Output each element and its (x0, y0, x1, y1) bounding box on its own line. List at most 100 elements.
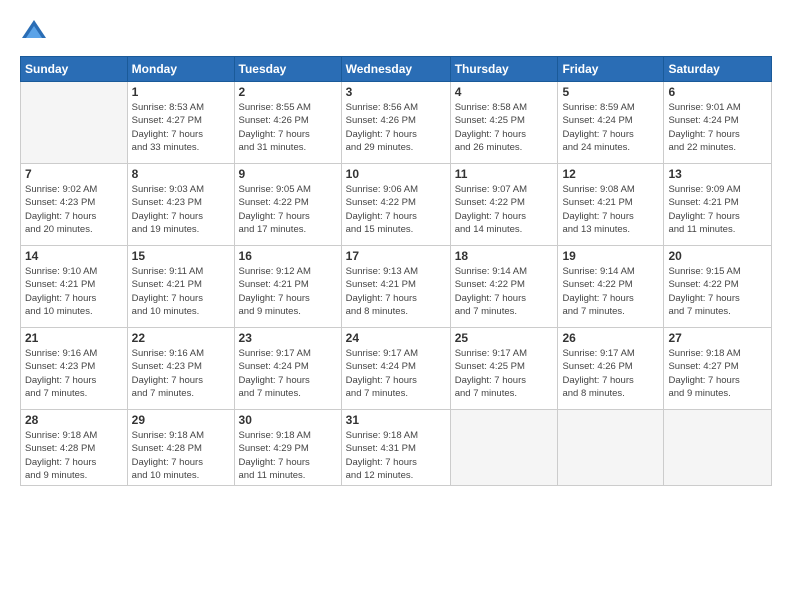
day-cell: 17Sunrise: 9:13 AM Sunset: 4:21 PM Dayli… (341, 246, 450, 328)
day-cell: 18 Sunrise: 9:14 AM Sunset: 4:22 PM Dayli… (450, 246, 558, 328)
day-number: 3 (346, 85, 446, 99)
day-cell: 31 Sunrise: 9:18 AM Sunset: 4:31 PM Dayli… (341, 410, 450, 486)
day-number: 28 (25, 413, 123, 427)
day-cell: 23 Sunrise: 9:17 AM Sunset: 4:24 PM Dayli… (234, 328, 341, 410)
day-cell: 20 Sunrise: 9:15 AM Sunset: 4:22 PM Dayli… (664, 246, 772, 328)
day-cell: 16Sunrise: 9:12 AM Sunset: 4:21 PM Dayli… (234, 246, 341, 328)
day-info: Sunrise: 9:18 AM Sunset: 4:29 PM Dayligh… (239, 429, 337, 482)
day-number: 17 (346, 249, 446, 263)
calendar: SundayMondayTuesdayWednesdayThursdayFrid… (20, 56, 772, 486)
day-cell (558, 410, 664, 486)
day-cell: 22 Sunrise: 9:16 AM Sunset: 4:23 PM Dayli… (127, 328, 234, 410)
day-info: Sunrise: 9:18 AM Sunset: 4:31 PM Dayligh… (346, 429, 446, 482)
day-number: 4 (455, 85, 554, 99)
day-cell (21, 82, 128, 164)
day-number: 20 (668, 249, 767, 263)
day-info: Sunrise: 9:06 AM Sunset: 4:22 PM Dayligh… (346, 183, 446, 236)
col-header-monday: Monday (127, 57, 234, 82)
day-number: 23 (239, 331, 337, 345)
day-info: Sunrise: 9:09 AM Sunset: 4:21 PM Dayligh… (668, 183, 767, 236)
day-number: 26 (562, 331, 659, 345)
day-number: 14 (25, 249, 123, 263)
day-info: Sunrise: 9:15 AM Sunset: 4:22 PM Dayligh… (668, 265, 767, 318)
day-info: Sunrise: 9:16 AM Sunset: 4:23 PM Dayligh… (132, 347, 230, 400)
day-cell: 6 Sunrise: 9:01 AM Sunset: 4:24 PM Daylig… (664, 82, 772, 164)
day-cell: 11 Sunrise: 9:07 AM Sunset: 4:22 PM Dayli… (450, 164, 558, 246)
day-number: 11 (455, 167, 554, 181)
header-row: SundayMondayTuesdayWednesdayThursdayFrid… (21, 57, 772, 82)
day-number: 19 (562, 249, 659, 263)
day-number: 10 (346, 167, 446, 181)
day-cell: 19 Sunrise: 9:14 AM Sunset: 4:22 PM Dayli… (558, 246, 664, 328)
day-number: 15 (132, 249, 230, 263)
day-cell: 21 Sunrise: 9:16 AM Sunset: 4:23 PM Dayli… (21, 328, 128, 410)
header (20, 18, 772, 46)
day-info: Sunrise: 9:12 AM Sunset: 4:21 PM Dayligh… (239, 265, 337, 318)
day-number: 13 (668, 167, 767, 181)
day-number: 6 (668, 85, 767, 99)
day-number: 5 (562, 85, 659, 99)
day-cell: 28 Sunrise: 9:18 AM Sunset: 4:28 PM Dayli… (21, 410, 128, 486)
day-cell: 5Sunrise: 8:59 AM Sunset: 4:24 PM Daylig… (558, 82, 664, 164)
day-number: 22 (132, 331, 230, 345)
week-row-4: 28 Sunrise: 9:18 AM Sunset: 4:28 PM Dayli… (21, 410, 772, 486)
day-info: Sunrise: 9:10 AM Sunset: 4:21 PM Dayligh… (25, 265, 123, 318)
col-header-wednesday: Wednesday (341, 57, 450, 82)
day-info: Sunrise: 9:07 AM Sunset: 4:22 PM Dayligh… (455, 183, 554, 236)
day-cell (450, 410, 558, 486)
day-cell: 26 Sunrise: 9:17 AM Sunset: 4:26 PM Dayli… (558, 328, 664, 410)
day-info: Sunrise: 9:18 AM Sunset: 4:27 PM Dayligh… (668, 347, 767, 400)
day-info: Sunrise: 9:16 AM Sunset: 4:23 PM Dayligh… (25, 347, 123, 400)
col-header-sunday: Sunday (21, 57, 128, 82)
day-info: Sunrise: 9:18 AM Sunset: 4:28 PM Dayligh… (25, 429, 123, 482)
logo (20, 18, 52, 46)
day-info: Sunrise: 8:53 AM Sunset: 4:27 PM Dayligh… (132, 101, 230, 154)
day-info: Sunrise: 9:17 AM Sunset: 4:24 PM Dayligh… (346, 347, 446, 400)
day-info: Sunrise: 9:18 AM Sunset: 4:28 PM Dayligh… (132, 429, 230, 482)
day-cell: 10 Sunrise: 9:06 AM Sunset: 4:22 PM Dayli… (341, 164, 450, 246)
day-info: Sunrise: 9:17 AM Sunset: 4:26 PM Dayligh… (562, 347, 659, 400)
day-number: 1 (132, 85, 230, 99)
day-cell: 3 Sunrise: 8:56 AM Sunset: 4:26 PM Daylig… (341, 82, 450, 164)
day-number: 21 (25, 331, 123, 345)
day-info: Sunrise: 8:55 AM Sunset: 4:26 PM Dayligh… (239, 101, 337, 154)
week-row-3: 21 Sunrise: 9:16 AM Sunset: 4:23 PM Dayli… (21, 328, 772, 410)
week-row-2: 14 Sunrise: 9:10 AM Sunset: 4:21 PM Dayli… (21, 246, 772, 328)
day-info: Sunrise: 9:11 AM Sunset: 4:21 PM Dayligh… (132, 265, 230, 318)
day-cell: 1 Sunrise: 8:53 AM Sunset: 4:27 PM Daylig… (127, 82, 234, 164)
day-number: 9 (239, 167, 337, 181)
day-cell: 27 Sunrise: 9:18 AM Sunset: 4:27 PM Dayli… (664, 328, 772, 410)
day-cell: 25 Sunrise: 9:17 AM Sunset: 4:25 PM Dayli… (450, 328, 558, 410)
day-info: Sunrise: 9:14 AM Sunset: 4:22 PM Dayligh… (455, 265, 554, 318)
day-cell: 7 Sunrise: 9:02 AM Sunset: 4:23 PM Daylig… (21, 164, 128, 246)
day-info: Sunrise: 9:17 AM Sunset: 4:25 PM Dayligh… (455, 347, 554, 400)
day-cell: 29 Sunrise: 9:18 AM Sunset: 4:28 PM Dayli… (127, 410, 234, 486)
day-number: 2 (239, 85, 337, 99)
day-number: 27 (668, 331, 767, 345)
day-info: Sunrise: 9:02 AM Sunset: 4:23 PM Dayligh… (25, 183, 123, 236)
day-number: 30 (239, 413, 337, 427)
day-info: Sunrise: 8:58 AM Sunset: 4:25 PM Dayligh… (455, 101, 554, 154)
day-number: 29 (132, 413, 230, 427)
col-header-friday: Friday (558, 57, 664, 82)
day-number: 7 (25, 167, 123, 181)
day-cell: 14 Sunrise: 9:10 AM Sunset: 4:21 PM Dayli… (21, 246, 128, 328)
col-header-thursday: Thursday (450, 57, 558, 82)
day-number: 31 (346, 413, 446, 427)
day-number: 25 (455, 331, 554, 345)
day-cell: 24Sunrise: 9:17 AM Sunset: 4:24 PM Dayli… (341, 328, 450, 410)
day-number: 18 (455, 249, 554, 263)
day-cell: 12Sunrise: 9:08 AM Sunset: 4:21 PM Dayli… (558, 164, 664, 246)
week-row-1: 7 Sunrise: 9:02 AM Sunset: 4:23 PM Daylig… (21, 164, 772, 246)
day-info: Sunrise: 9:14 AM Sunset: 4:22 PM Dayligh… (562, 265, 659, 318)
day-info: Sunrise: 9:03 AM Sunset: 4:23 PM Dayligh… (132, 183, 230, 236)
day-info: Sunrise: 9:08 AM Sunset: 4:21 PM Dayligh… (562, 183, 659, 236)
day-info: Sunrise: 9:17 AM Sunset: 4:24 PM Dayligh… (239, 347, 337, 400)
day-info: Sunrise: 8:56 AM Sunset: 4:26 PM Dayligh… (346, 101, 446, 154)
day-cell: 9Sunrise: 9:05 AM Sunset: 4:22 PM Daylig… (234, 164, 341, 246)
day-info: Sunrise: 9:01 AM Sunset: 4:24 PM Dayligh… (668, 101, 767, 154)
page: SundayMondayTuesdayWednesdayThursdayFrid… (0, 0, 792, 612)
day-cell: 30 Sunrise: 9:18 AM Sunset: 4:29 PM Dayli… (234, 410, 341, 486)
day-cell: 4 Sunrise: 8:58 AM Sunset: 4:25 PM Daylig… (450, 82, 558, 164)
day-cell: 8Sunrise: 9:03 AM Sunset: 4:23 PM Daylig… (127, 164, 234, 246)
